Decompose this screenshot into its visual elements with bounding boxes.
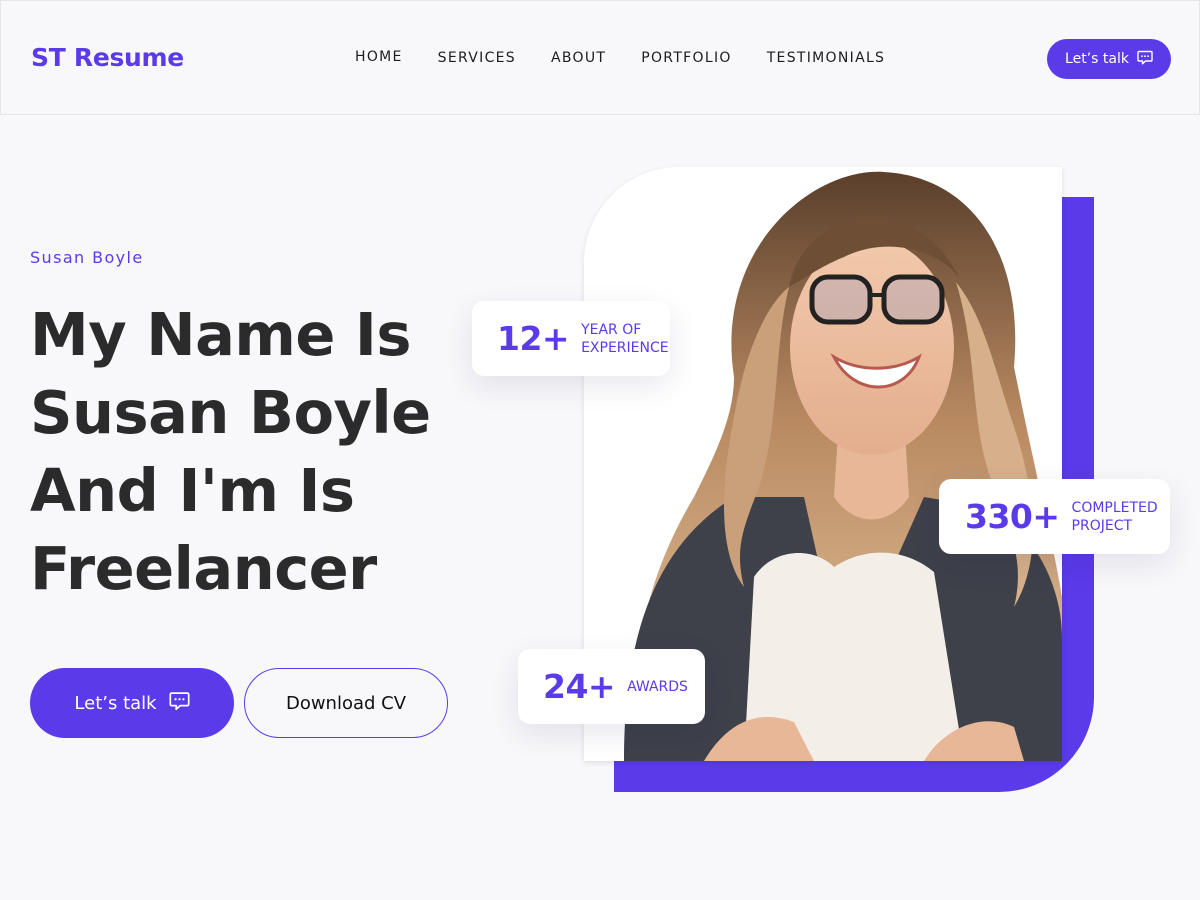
main-nav: HOME SERVICES ABOUT PORTFOLIO TESTIMONIA…	[355, 49, 920, 66]
nav-portfolio[interactable]: PORTFOLIO	[641, 50, 731, 66]
stat-experience-label: YEAR OF EXPERIENCE	[581, 321, 669, 356]
header-lets-talk-button[interactable]: Let’s talk	[1047, 39, 1171, 79]
nav-services[interactable]: SERVICES	[438, 50, 516, 66]
headline-line: Freelancer	[30, 534, 377, 603]
header-cta-label: Let’s talk	[1065, 51, 1129, 67]
stat-projects-card: 330+ COMPLETED PROJECT	[939, 479, 1170, 554]
stat-awards-label: AWARDS	[627, 678, 688, 695]
headline-line: And I'm Is	[30, 456, 355, 525]
brand-logo[interactable]: ST Resume	[31, 43, 184, 72]
lets-talk-button[interactable]: Let’s talk	[30, 668, 234, 738]
nav-testimonials[interactable]: TESTIMONIALS	[767, 50, 886, 66]
lets-talk-label: Let’s talk	[74, 692, 157, 714]
stat-projects-value: 330+	[965, 497, 1060, 536]
site-header: ST Resume HOME SERVICES ABOUT PORTFOLIO …	[0, 0, 1200, 115]
headline-line: Susan Boyle	[30, 378, 431, 447]
stat-awards-card: 24+ AWARDS	[518, 649, 705, 724]
headline-line: My Name Is	[30, 300, 412, 369]
hero-headline: My Name Is Susan Boyle And I'm Is Freela…	[30, 296, 490, 608]
stat-experience-card: 12+ YEAR OF EXPERIENCE	[472, 301, 670, 376]
chat-icon	[169, 691, 190, 716]
nav-home[interactable]: HOME	[355, 49, 403, 65]
hero-kicker: Susan Boyle	[30, 248, 144, 267]
download-cv-button[interactable]: Download CV	[244, 668, 448, 738]
stat-experience-value: 12+	[497, 319, 570, 358]
nav-about[interactable]: ABOUT	[551, 50, 606, 66]
stat-awards-value: 24+	[543, 667, 616, 706]
chat-icon	[1137, 50, 1153, 69]
stat-projects-label: COMPLETED PROJECT	[1071, 499, 1158, 534]
